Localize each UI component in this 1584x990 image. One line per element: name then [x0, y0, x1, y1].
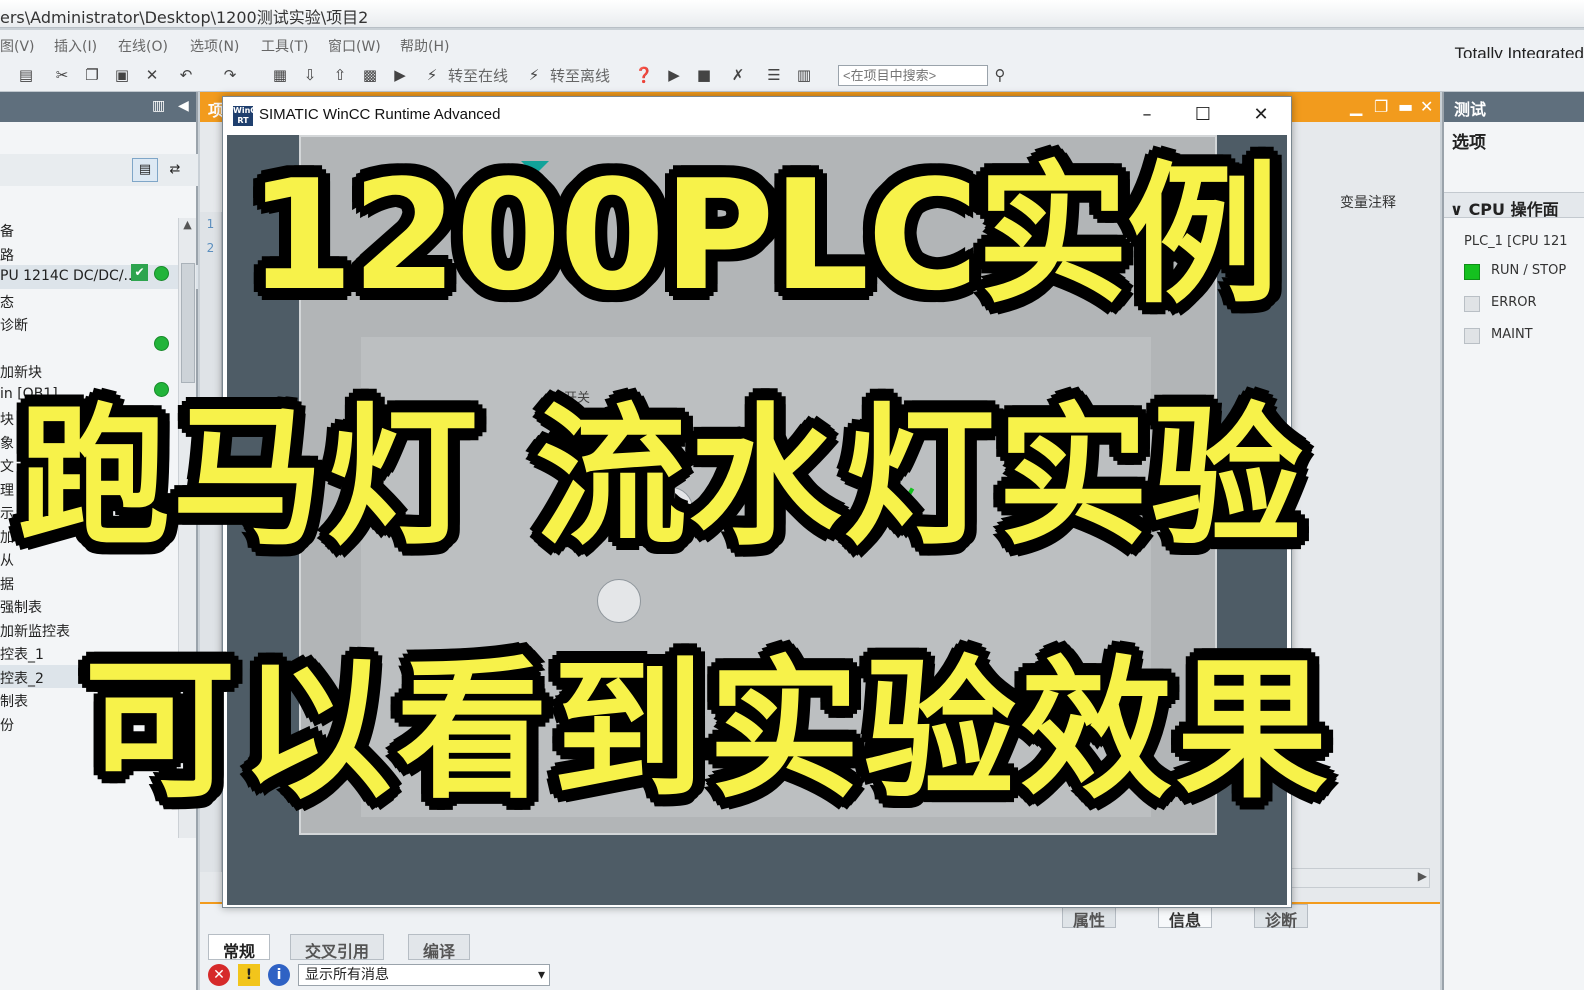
tree-row[interactable]: [0, 336, 198, 360]
tree-row[interactable]: 据: [0, 571, 198, 595]
window-titlebar: ers\Administrator\Desktop\1200测试实验\项目2: [0, 0, 1584, 28]
upload-icon[interactable]: ⇧: [330, 65, 350, 85]
tree-row[interactable]: 诊断: [0, 312, 198, 336]
project-search-input[interactable]: [838, 65, 988, 86]
info-filter-icon[interactable]: i: [268, 964, 290, 986]
download-icon[interactable]: ⇩: [300, 65, 320, 85]
maximize-icon[interactable]: ▬: [1398, 97, 1413, 116]
status-ok-icon: [154, 336, 169, 351]
task-card-panel: 测试 选项 ∨ CPU 操作面 PLC_1 [CPU 121 RUN / STO…: [1442, 92, 1584, 990]
scroll-right-icon[interactable]: ▶: [1418, 869, 1427, 883]
menu-options[interactable]: 选项(N): [190, 36, 239, 56]
tree-row-cpu[interactable]: PU 1214C DC/DC/...: [0, 265, 198, 289]
section-title: CPU 操作面: [1468, 200, 1559, 218]
tab-cross-reference[interactable]: 交叉引用: [290, 934, 385, 961]
cut-icon[interactable]: ✂: [52, 65, 72, 85]
delete-icon[interactable]: ✕: [142, 65, 162, 85]
menu-view[interactable]: 图(V): [0, 36, 35, 56]
paste-icon[interactable]: ▣: [112, 65, 132, 85]
toolbar: ▤ ✂ ❐ ▣ ✕ ↶ ↷ ▦ ⇩ ⇧ ▩ ▶ ⚡ 转至在线 ⚡ 转至离线 ❓ …: [0, 58, 1584, 92]
caption-line-3: 可以看到实验效果: [84, 642, 1332, 819]
warning-filter-icon[interactable]: !: [238, 964, 260, 986]
overview-icon[interactable]: ▤: [132, 158, 158, 182]
maximize-icon[interactable]: ☐: [1183, 101, 1223, 129]
scroll-up-icon[interactable]: ▲: [179, 218, 196, 238]
print-icon[interactable]: ▤: [16, 65, 36, 85]
window-title-path: ers\Administrator\Desktop\1200测试实验\项目2: [0, 8, 369, 27]
column-header-comment: 变量注释: [1340, 195, 1396, 211]
tab-general[interactable]: 常规: [208, 934, 271, 961]
plc-name: PLC_1 [CPU 121: [1464, 234, 1568, 249]
search-go-icon[interactable]: ⚲: [990, 65, 1010, 85]
message-filter-select[interactable]: 显示所有消息 ▾: [298, 964, 550, 986]
wincc-window-title: SIMATIC WinCC Runtime Advanced: [259, 106, 501, 123]
run-stop-label: RUN / STOP: [1491, 263, 1567, 278]
status-ok-icon: [154, 266, 169, 281]
menu-window[interactable]: 窗口(W): [328, 36, 381, 56]
row-number: 2: [206, 241, 215, 255]
scrollbar-thumb[interactable]: [181, 263, 195, 383]
minimize-icon[interactable]: ▁: [1350, 97, 1362, 116]
maint-label: MAINT: [1491, 327, 1533, 342]
tree-row[interactable]: 态: [0, 289, 198, 313]
copy-icon[interactable]: ❐: [82, 65, 102, 85]
go-online-icon[interactable]: ⚡: [422, 65, 442, 85]
caption-line-2: 跑马灯 流水灯实验: [18, 389, 1305, 566]
project-tree-tools: ▤ ⇄: [0, 154, 198, 186]
tree-row[interactable]: 强制表: [0, 594, 198, 618]
sync-icon[interactable]: ⇄: [162, 158, 188, 182]
chevron-down-icon[interactable]: ▾: [538, 965, 545, 985]
editor-hscroll[interactable]: ▶: [1290, 868, 1430, 888]
project-tree-header: ▥ ◀: [0, 92, 196, 122]
float-icon[interactable]: ❐: [1374, 97, 1388, 116]
task-card-subtitle: 选项: [1452, 133, 1486, 153]
inspector-window: 属性 信息 诊断 常规 交叉引用 编译 ✕ ! i 显示所有消息 ▾: [200, 902, 1440, 990]
wincc-titlebar: WinCC RT SIMATIC WinCC Runtime Advanced …: [223, 97, 1291, 133]
start-cpu-icon[interactable]: ▶: [664, 65, 684, 85]
compile-icon[interactable]: ▦: [270, 65, 290, 85]
error-filter-icon[interactable]: ✕: [208, 964, 230, 986]
start-sim-icon[interactable]: ▶: [390, 65, 410, 85]
run-stop-led: [1464, 264, 1480, 280]
maint-led: [1464, 328, 1480, 344]
panel-layout-icon[interactable]: ▥: [152, 98, 165, 114]
tree-row[interactable]: 加新监控表: [0, 618, 198, 642]
go-online-button[interactable]: 转至在线: [448, 65, 508, 86]
collapse-left-icon[interactable]: ◀: [178, 98, 189, 114]
download-ok-icon: ✔: [131, 264, 148, 281]
go-offline-icon[interactable]: ⚡: [524, 65, 544, 85]
cpu-operator-panel-section[interactable]: ∨ CPU 操作面: [1444, 192, 1584, 218]
caption-line-1: 1200PLC实例: [248, 147, 1279, 324]
undo-icon[interactable]: ↶: [176, 65, 196, 85]
stop-cpu-icon[interactable]: ■: [694, 65, 714, 85]
close-icon[interactable]: ✕: [1241, 101, 1281, 129]
row-number: 1: [206, 217, 215, 231]
close-editor-icon[interactable]: ✕: [1420, 97, 1433, 116]
task-card-title: 测试: [1444, 92, 1584, 122]
accessible-devices-icon[interactable]: ❓: [634, 65, 654, 85]
tree-row[interactable]: 备: [0, 218, 198, 242]
menu-help[interactable]: 帮助(H): [400, 36, 449, 56]
menu-tools[interactable]: 工具(T): [261, 36, 308, 56]
tree-row[interactable]: 加新块: [0, 359, 198, 383]
error-label: ERROR: [1491, 295, 1537, 310]
tree-row[interactable]: 路: [0, 242, 198, 266]
error-led: [1464, 296, 1480, 312]
hmi-lamp: [597, 579, 641, 623]
simulate-icon[interactable]: ▩: [360, 65, 380, 85]
menu-insert[interactable]: 插入(I): [54, 36, 97, 56]
redo-icon[interactable]: ↷: [220, 65, 240, 85]
go-offline-button[interactable]: 转至离线: [550, 65, 610, 86]
minimize-icon[interactable]: –: [1127, 101, 1167, 129]
split-horizontal-icon[interactable]: ☰: [764, 65, 784, 85]
chevron-down-icon[interactable]: ∨: [1450, 200, 1469, 217]
split-vertical-icon[interactable]: ▥: [794, 65, 814, 85]
menu-bar: 图(V) 插入(I) 在线(O) 选项(N) 工具(T) 窗口(W) 帮助(H): [0, 30, 1584, 58]
menu-online[interactable]: 在线(O): [118, 36, 168, 56]
cross-reference-icon[interactable]: ✗: [728, 65, 748, 85]
wincc-logo-icon: WinCC RT: [233, 106, 263, 126]
tab-compile[interactable]: 编译: [408, 934, 471, 961]
